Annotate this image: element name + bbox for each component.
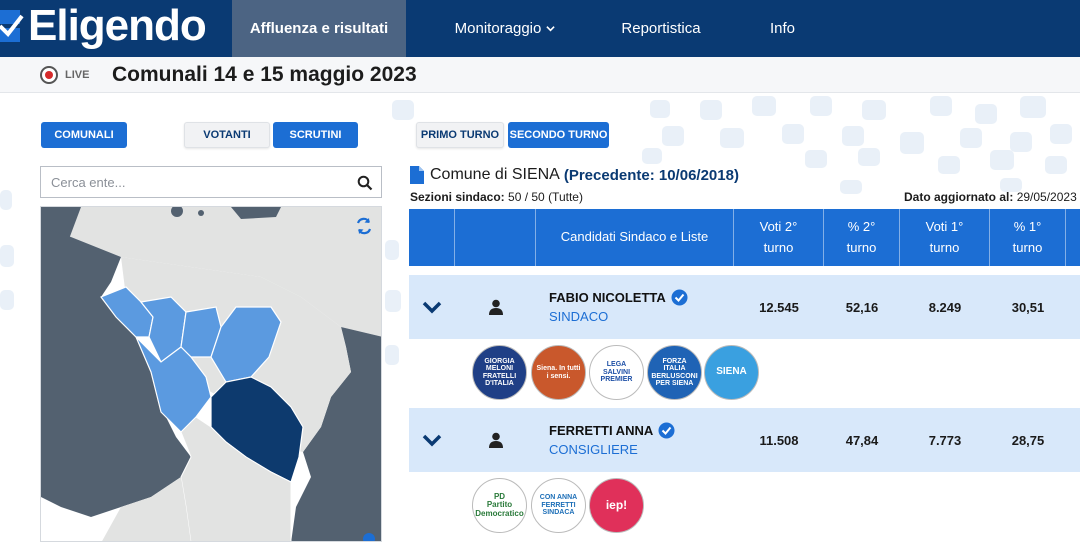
party-logo-con-anna-ferretti[interactable]: CON ANNA FERRETTI SINDACA (531, 478, 586, 533)
header-expand-col (409, 209, 455, 266)
voti-1-turno: 7.773 (928, 432, 962, 448)
updated-info: Dato aggiornato al: 29/05/2023 (904, 190, 1077, 204)
header-label: Candidati Sindaco e Liste (560, 229, 709, 245)
sezioni-info: Sezioni sindaco: 50 / 50 (Tutte) (410, 190, 583, 204)
party-logo-text: Siena. In tutti i sensi. (536, 365, 581, 380)
party-logo-text: CON ANNA FERRETTI SINDACA (539, 494, 578, 517)
header-pct-2-turno[interactable]: % 2° turno (824, 209, 900, 266)
scrutini-button[interactable]: SCRUTINI (273, 122, 358, 148)
checkmark-logo-icon (0, 10, 24, 42)
pct-1-turno: 28,75 (1011, 432, 1045, 448)
header-icon-col (455, 209, 536, 266)
candidate-name-text: FERRETTI ANNA (549, 423, 654, 438)
party-logo-text: PD Partito Democratico (475, 491, 524, 518)
candidate-role: SINDACO (549, 309, 609, 324)
nav-monitoraggio[interactable]: Monitoraggio (440, 0, 570, 57)
party-logo-siena-in-tutti-i-sensi[interactable]: Siena. In tutti i sensi. (531, 345, 586, 400)
party-logo-forza-italia[interactable]: FORZA ITALIA BERLUSCONI PER SIENA (647, 345, 702, 400)
party-logo-text: SIENA (716, 366, 747, 378)
nav-affluenza-risultati[interactable]: Affluenza e risultati (232, 0, 406, 57)
search-placeholder: Cerca ente... (51, 175, 126, 190)
party-logo-lega[interactable]: LEGA SALVINI PREMIER (589, 345, 644, 400)
top-navbar: Eligendo Affluenza e risultati Monitorag… (0, 0, 1080, 57)
expand-button[interactable] (409, 408, 455, 472)
chevron-down-icon (546, 26, 556, 32)
party-logo-text: LEGA SALVINI PREMIER (600, 361, 633, 384)
party-logo-civic-list[interactable]: SIENA (704, 345, 759, 400)
candidate-row[interactable]: FERRETTI ANNA CONSIGLIERE 11.508 47,84 7… (409, 408, 1080, 472)
updated-label: Dato aggiornato al: (904, 190, 1014, 204)
header-label: Voti 1° turno (925, 219, 964, 255)
logo-text: Eligendo (28, 1, 207, 50)
nav-label: Affluenza e risultati (249, 20, 389, 37)
updated-value: 29/05/2023 (1016, 190, 1077, 204)
header-candidates: Candidati Sindaco e Liste (536, 209, 734, 266)
live-indicator-icon (40, 66, 58, 84)
party-logo-fdi[interactable]: GIORGIA MELONI FRATELLI D'ITALIA (472, 345, 527, 400)
live-label: LIVE (65, 69, 90, 81)
logo[interactable]: Eligendo (0, 1, 207, 50)
expand-button[interactable] (409, 275, 455, 339)
comunali-button[interactable]: COMUNALI (41, 122, 127, 148)
previous-election-link[interactable]: (Precedente: 10/06/2018) (564, 167, 739, 184)
header-voti-1-turno[interactable]: Voti 1° turno (900, 209, 990, 266)
chevron-down-icon (422, 301, 442, 314)
voti-2-turno: 12.545 (759, 299, 799, 315)
voti-2-turno: 11.508 (759, 432, 799, 448)
commune-header: Comune di SIENA (Precedente: 10/06/2018) (410, 163, 739, 187)
nav-label: Info (769, 20, 796, 37)
party-logo-text: GIORGIA MELONI FRATELLI D'ITALIA (482, 357, 517, 387)
search-input[interactable]: Cerca ente... (40, 166, 382, 198)
candidate-avatar (455, 275, 536, 339)
sezioni-label: Sezioni sindaco: (410, 190, 505, 204)
voti-1-turno: 8.249 (928, 299, 962, 315)
header-pct-1-turno[interactable]: % 1° turno (990, 209, 1066, 266)
party-lists-row: GIORGIA MELONI FRATELLI D'ITALIA Siena. … (409, 339, 1080, 409)
map-panel (40, 206, 382, 542)
pct-2-turno: 47,84 (845, 432, 879, 448)
person-icon (488, 299, 503, 315)
candidate-name[interactable]: FERRETTI ANNA (549, 422, 675, 439)
candidate-name[interactable]: FABIO NICOLETTA (549, 289, 688, 306)
chevron-down-icon (422, 434, 442, 447)
candidate-avatar (455, 408, 536, 472)
page-title: Comunali 14 e 15 maggio 2023 (112, 63, 417, 86)
header-label: % 1° turno (1012, 219, 1043, 255)
verified-check-icon (658, 422, 675, 439)
party-logo-text: iep! (605, 498, 628, 513)
nav-label: Reportistica (621, 20, 701, 37)
refresh-icon[interactable] (355, 217, 373, 235)
header-voti-2-turno[interactable]: Voti 2° turno (734, 209, 824, 266)
pct-2-turno: 52,16 (845, 299, 879, 315)
results-table-header: Candidati Sindaco e Liste Voti 2° turno … (409, 209, 1080, 266)
header-label: Voti 2° turno (759, 219, 798, 255)
nav-reportistica[interactable]: Reportistica (605, 0, 717, 57)
party-logo-text: FORZA ITALIA BERLUSCONI PER SIENA (651, 357, 698, 387)
header-label: % 2° turno (846, 219, 877, 255)
party-lists-row: PD Partito Democratico CON ANNA FERRETTI… (409, 472, 1080, 542)
primo-turno-button[interactable]: PRIMO TURNO (416, 122, 504, 148)
document-icon (410, 166, 424, 184)
candidate-row[interactable]: FABIO NICOLETTA SINDACO 12.545 52,16 8.2… (409, 275, 1080, 339)
secondo-turno-button[interactable]: SECONDO TURNO (508, 122, 609, 148)
person-icon (488, 432, 503, 448)
party-logo-pd[interactable]: PD Partito Democratico (472, 478, 527, 533)
nav-label: Monitoraggio (454, 20, 542, 37)
candidate-role: CONSIGLIERE (549, 442, 638, 457)
verified-check-icon (671, 289, 688, 306)
sezioni-value: 50 / 50 (Tutte) (508, 190, 583, 204)
title-bar: LIVE Comunali 14 e 15 maggio 2023 (0, 57, 1080, 93)
pct-1-turno: 30,51 (1011, 299, 1045, 315)
search-icon[interactable] (357, 175, 373, 191)
party-logo-iep[interactable]: iep! (589, 478, 644, 533)
tuscany-map[interactable] (41, 207, 382, 542)
commune-name: Comune di SIENA (430, 166, 560, 183)
candidate-name-text: FABIO NICOLETTA (549, 290, 666, 305)
nav-info[interactable]: Info (755, 0, 810, 57)
header-extra-col (1066, 209, 1080, 266)
votanti-button[interactable]: VOTANTI (184, 122, 270, 148)
